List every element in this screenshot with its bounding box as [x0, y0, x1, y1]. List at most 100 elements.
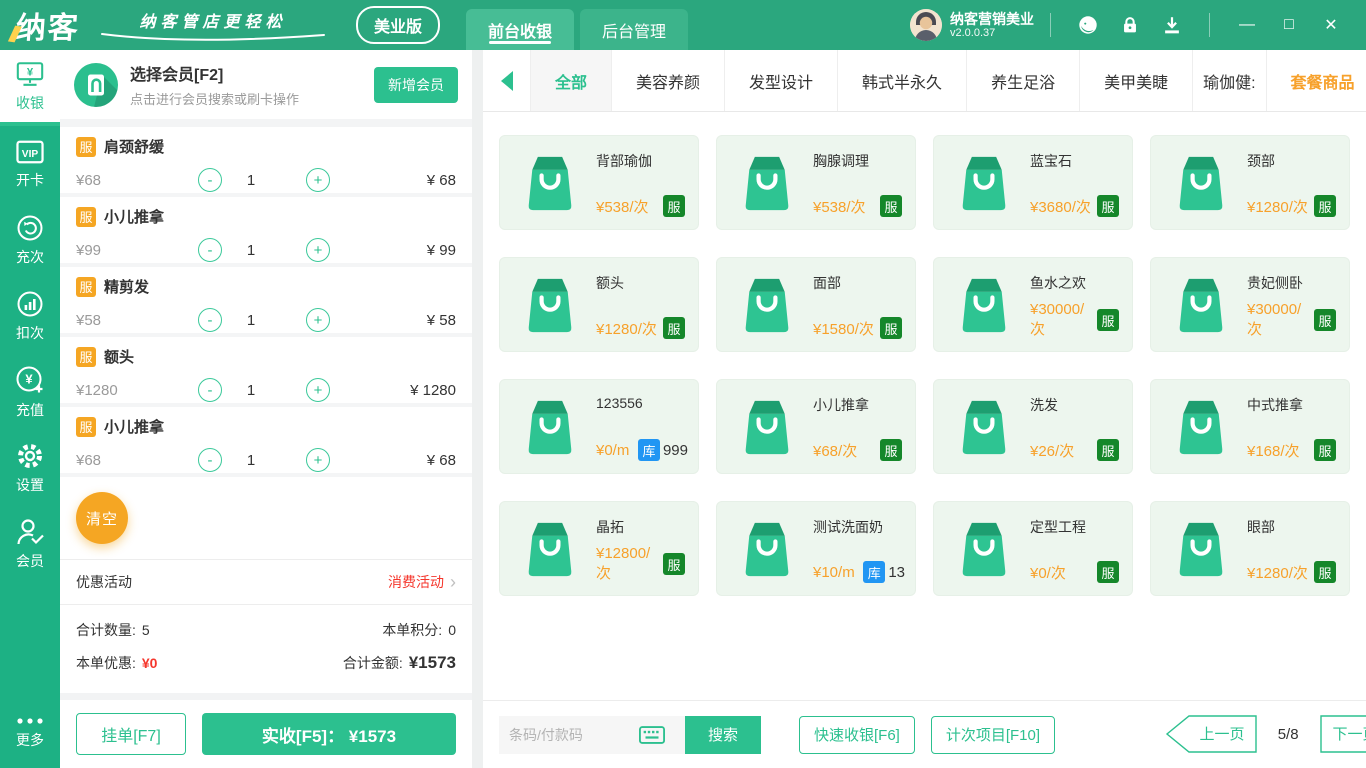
product-card[interactable]: 颈部 ¥1280/次 服 — [1150, 135, 1350, 230]
shopping-bag-icon — [528, 156, 572, 210]
product-name: 鱼水之欢 — [1030, 275, 1086, 291]
category-tab[interactable]: 美甲美睫 — [1080, 50, 1194, 111]
total-amount-value: ¥1573 — [408, 652, 456, 672]
product-card[interactable]: 中式推拿 ¥168/次 服 — [1150, 379, 1350, 474]
product-price: ¥3680/次 — [1030, 198, 1091, 216]
shopping-bag-icon — [745, 400, 789, 454]
shopping-bag-icon — [1179, 156, 1223, 210]
qty-minus-button[interactable]: - — [198, 378, 222, 402]
qty-plus-button[interactable]: + — [306, 448, 330, 472]
qty-plus-button[interactable]: + — [306, 168, 330, 192]
qty-minus-button[interactable]: - — [198, 448, 222, 472]
sidebar-item-more[interactable]: 更多 — [0, 704, 60, 762]
checkout-button[interactable]: 实收[F5]： ¥1573 — [202, 713, 456, 755]
product-card[interactable]: 背部瑜伽 ¥538/次 服 — [499, 135, 699, 230]
sidebar-item-label: 收银 — [16, 94, 44, 111]
cart-item-total: ¥ 68 — [426, 451, 456, 469]
qty-plus-button[interactable]: + — [306, 238, 330, 262]
product-card[interactable]: 眼部 ¥1280/次 服 — [1150, 501, 1350, 596]
tab-front-cashier[interactable]: 前台收银 — [466, 9, 575, 50]
member-icon — [17, 518, 44, 544]
qty-plus-button[interactable]: + — [306, 308, 330, 332]
clear-cart-button[interactable]: 清空 — [76, 492, 128, 544]
category-tab[interactable]: 发型设计 — [725, 50, 839, 111]
customer-service-icon[interactable] — [1076, 13, 1100, 37]
sidebar-item-settings[interactable]: 设置 — [0, 430, 60, 506]
product-card[interactable]: 胸腺调理 ¥538/次 服 — [716, 135, 916, 230]
cart-item-qty: 1 — [246, 241, 256, 259]
sidebar-item-label: 充值 — [16, 401, 44, 418]
sidebar-item-label: 开卡 — [16, 171, 44, 188]
product-card[interactable]: 测试洗面奶 ¥10/m 库 13 — [716, 501, 916, 596]
next-page-button[interactable]: 下一页 — [1319, 715, 1366, 754]
cart-item-row: 服 肩颈舒缓 ¥68 - 1 + ¥ 68 — [60, 127, 472, 197]
product-stock: 999 — [662, 441, 688, 459]
cart-item-total: ¥ 68 — [426, 171, 456, 189]
minimize-button[interactable]: — — [1230, 11, 1264, 39]
category-tab[interactable]: 套餐商品 — [1267, 50, 1366, 111]
product-type-badge: 服 — [663, 553, 685, 575]
chevron-right-icon[interactable]: › — [450, 572, 456, 593]
sidebar-item-recharge-times[interactable]: 充次 — [0, 202, 60, 278]
member-select-row[interactable]: 选择会员[F2] 点击进行会员搜索或刷卡操作 新增会员 — [60, 50, 472, 127]
product-card[interactable]: 定型工程 ¥0/次 服 — [933, 501, 1133, 596]
close-button[interactable]: ✕ — [1314, 11, 1348, 39]
add-member-button[interactable]: 新增会员 — [374, 66, 458, 103]
category-tab[interactable]: 瑜伽健: — [1193, 50, 1267, 111]
product-card[interactable]: 蓝宝石 ¥3680/次 服 — [933, 135, 1133, 230]
prev-page-button[interactable]: 上一页 — [1165, 715, 1258, 754]
barcode-input[interactable] — [509, 726, 639, 743]
sidebar-item-member[interactable]: 会员 — [0, 506, 60, 582]
product-card[interactable]: 小儿推拿 ¥68/次 服 — [716, 379, 916, 474]
category-prev-arrow[interactable] — [483, 50, 531, 111]
product-card[interactable]: 贵妃侧卧 ¥30000/次 服 — [1150, 257, 1350, 352]
product-card[interactable]: 额头 ¥1280/次 服 — [499, 257, 699, 352]
qty-minus-button[interactable]: - — [198, 238, 222, 262]
sidebar-item-open-card[interactable]: VIP 开卡 — [0, 126, 60, 202]
product-card[interactable]: 鱼水之欢 ¥30000/次 服 — [933, 257, 1133, 352]
hold-order-button[interactable]: 挂单[F7] — [76, 713, 186, 755]
product-name: 蓝宝石 — [1030, 153, 1072, 169]
settings-gear-icon — [18, 443, 42, 468]
cart-item-total: ¥ 58 — [426, 311, 456, 329]
product-card[interactable]: 面部 ¥1580/次 服 — [716, 257, 916, 352]
category-tab[interactable]: 韩式半永久 — [838, 50, 968, 111]
sidebar-item-cashier[interactable]: ¥ 收银 — [0, 50, 60, 126]
category-tab[interactable]: 美容养颜 — [612, 50, 726, 111]
product-card[interactable]: 洗发 ¥26/次 服 — [933, 379, 1133, 474]
product-name: 洗发 — [1030, 397, 1058, 413]
product-card[interactable]: 晶拓 ¥12800/次 服 — [499, 501, 699, 596]
sidebar-item-deduct-times[interactable]: 扣次 — [0, 278, 60, 354]
qty-minus-button[interactable]: - — [198, 168, 222, 192]
sidebar-item-recharge[interactable]: ¥ 充值 — [0, 354, 60, 430]
product-price: ¥12800/次 — [596, 545, 651, 582]
points-label: 本单积分: — [382, 621, 443, 638]
category-tab[interactable]: 养生足浴 — [967, 50, 1081, 111]
service-badge: 服 — [76, 416, 96, 437]
sidebar-item-label: 更多 — [16, 731, 44, 748]
search-button[interactable]: 搜索 — [685, 715, 761, 754]
left-arrow-icon — [500, 70, 513, 91]
edition-badge[interactable]: 美业版 — [356, 6, 441, 44]
slogan: 纳客管店更轻松 — [98, 8, 328, 42]
maximize-button[interactable]: □ — [1272, 11, 1306, 39]
product-type-badge: 服 — [880, 317, 902, 339]
cart-item-name: 额头 — [104, 349, 135, 366]
tab-back-manage[interactable]: 后台管理 — [580, 9, 689, 50]
qty-plus-button[interactable]: + — [306, 378, 330, 402]
qty-minus-button[interactable]: - — [198, 308, 222, 332]
fast-cashier-button[interactable]: 快速收银[F6] — [799, 715, 915, 754]
promo-activity-link[interactable]: 消费活动 — [388, 572, 444, 592]
shopping-bag-icon — [962, 522, 1006, 576]
cart-footer: 挂单[F7] 实收[F5]： ¥1573 — [60, 693, 472, 768]
product-card[interactable]: 123556 ¥0/m 库 999 — [499, 379, 699, 474]
cart-item-row: 服 精剪发 ¥58 - 1 + ¥ 58 — [60, 267, 472, 337]
barcode-box — [499, 715, 685, 754]
count-item-button[interactable]: 计次项目[F10] — [930, 715, 1056, 754]
avatar[interactable] — [910, 9, 942, 41]
keyboard-icon[interactable] — [639, 725, 665, 744]
category-tab[interactable]: 全部 — [531, 50, 613, 111]
lock-icon[interactable] — [1118, 13, 1142, 37]
download-icon[interactable] — [1160, 13, 1184, 37]
shopping-bag-icon — [962, 278, 1006, 332]
